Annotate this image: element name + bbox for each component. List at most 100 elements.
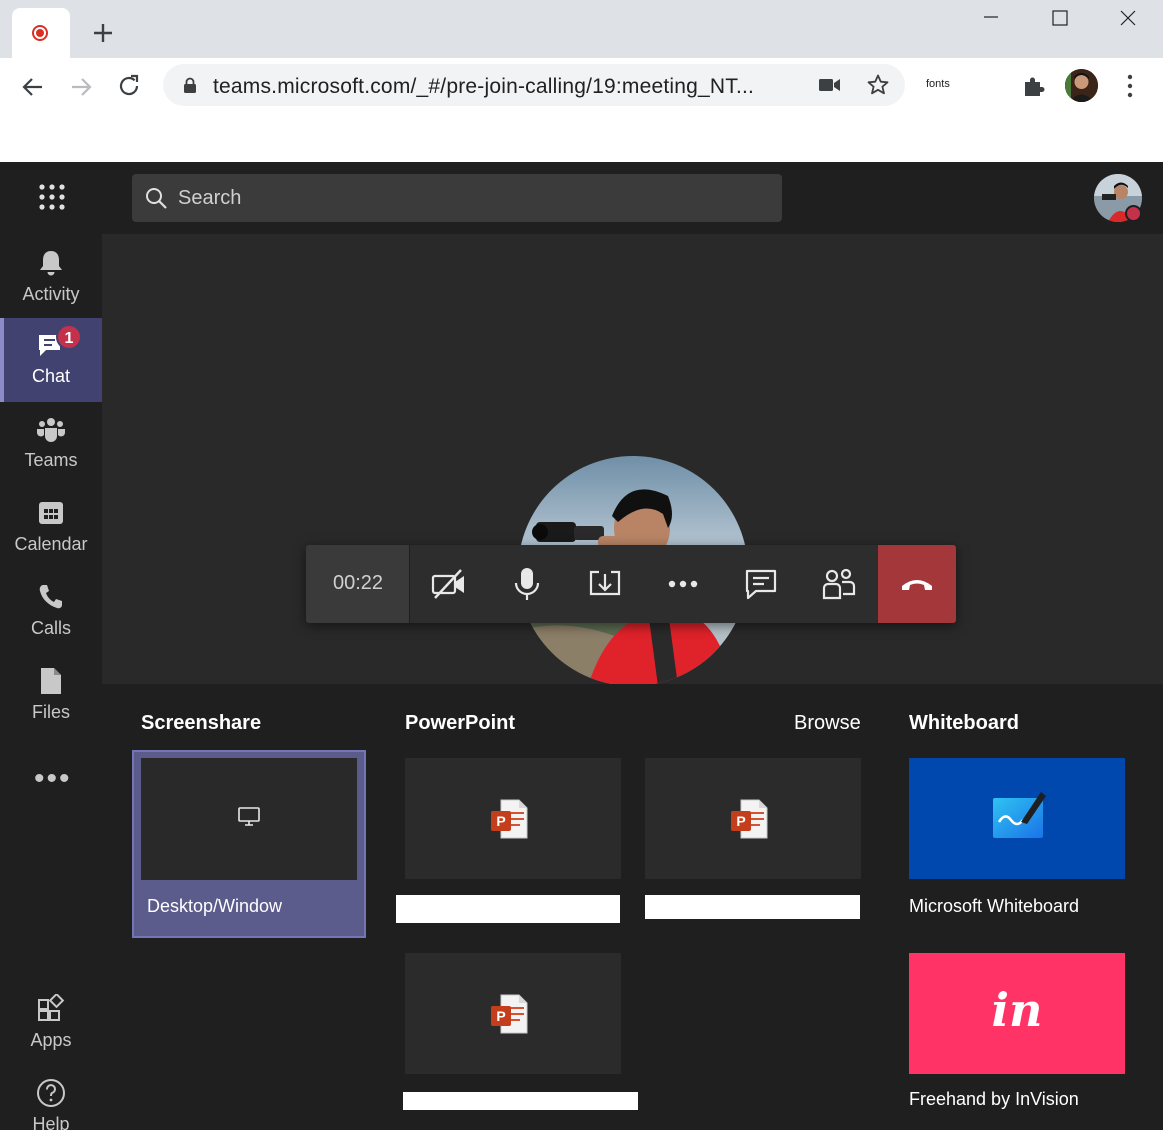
camera-in-use-icon[interactable] [819,77,841,93]
powerpoint-file-2[interactable]: P [645,758,861,879]
close-icon [1120,10,1136,26]
rail-item-calls[interactable]: Calls [0,570,102,654]
browser-tab-strip [0,0,1163,58]
rail-label-teams: Teams [24,450,78,470]
rail-label-files: Files [31,702,70,722]
rail-item-activity[interactable]: Activity [0,236,102,320]
powerpoint-heading: PowerPoint [405,712,516,734]
apps-icon [38,994,65,1021]
teams-app: Search Activity 1 Chat Teams Calendar Ca… [0,162,1163,1130]
desktop-window-label: Desktop/Window [147,896,283,916]
svg-text:P: P [496,1008,505,1024]
browse-button[interactable]: Browse [794,712,861,735]
share-tray-button[interactable] [566,545,644,623]
file-icon [41,668,61,694]
bookmark-star-icon[interactable] [866,73,890,97]
plus-icon [94,24,112,42]
app-rail: Activity 1 Chat Teams Calendar Calls Fil… [0,234,102,1130]
rail-item-files[interactable]: Files [0,654,102,738]
rail-item-help[interactable]: Help [0,1066,102,1130]
camera-toggle-button[interactable] [410,545,488,623]
powerpoint-file-3[interactable]: P [405,953,621,1074]
fonts-extension[interactable]: fonts [926,78,950,90]
browser-toolbar: teams.microsoft.com/_#/pre-join-calling/… [0,58,1163,116]
conversation-button[interactable] [722,545,800,623]
browser-profile-avatar[interactable] [1065,69,1098,102]
share-tray-icon [589,570,621,596]
rail-label-calendar: Calendar [14,534,88,554]
whiteboard-logo-icon [993,792,1046,838]
more-actions-button[interactable] [644,545,722,623]
maximize-icon [1052,10,1068,26]
teams-icon [37,418,65,442]
call-timer: 00:22 [306,545,410,623]
rail-item-calendar[interactable]: Calendar [0,486,102,570]
rail-label-calls: Calls [30,618,71,638]
call-duration: 00:22 [332,572,384,594]
address-bar[interactable]: teams.microsoft.com/_#/pre-join-calling/… [163,64,905,106]
page-gap [0,116,1163,162]
freehand-invision-tile[interactable]: in [909,953,1125,1074]
url-text: teams.microsoft.com/_#/pre-join-calling/… [213,75,755,98]
share-tray: Screenshare PowerPoint Browse Whiteboard… [102,684,1163,1130]
microphone-icon [514,568,540,600]
search-placeholder: Search [178,187,242,209]
browser-tab[interactable] [12,8,70,58]
calendar-icon [39,502,63,524]
more-apps-button[interactable]: ••• [34,762,72,796]
freehand-invision-label: Freehand by InVision [909,1089,1079,1109]
participants-button[interactable] [800,545,878,623]
lock-icon [184,77,196,93]
rail-item-apps[interactable]: Apps [0,982,102,1066]
powerpoint-file-icon: P [731,799,768,839]
microphone-toggle-button[interactable] [488,545,566,623]
redacted-filename-3 [403,1092,638,1110]
teams-header: Search [0,162,1163,234]
maximize-button[interactable] [1030,0,1090,36]
unread-count-badge: 1 [56,324,82,350]
search-icon [146,188,167,209]
microsoft-whiteboard-tile[interactable] [909,758,1125,879]
camera-off-icon [431,569,464,599]
browser-menu-icon[interactable] [1118,73,1142,99]
phone-icon [39,585,62,609]
hang-up-icon [902,580,932,590]
back-arrow-icon[interactable] [20,74,46,100]
search-input[interactable]: Search [132,174,782,222]
hang-up-button[interactable] [878,545,956,623]
reload-icon[interactable] [116,73,142,99]
rail-label-activity: Activity [22,284,80,304]
call-controls-bar: 00:22 [306,545,956,623]
invision-logo: in [991,983,1043,1037]
screen: teams.microsoft.com/_#/pre-join-calling/… [0,0,1163,1130]
bell-icon [40,251,62,276]
screenshare-heading: Screenshare [141,712,262,734]
profile-photo-icon [1065,69,1098,102]
chat-icon [745,569,777,600]
extensions-puzzle-icon[interactable] [1022,74,1046,98]
close-window-button[interactable] [1098,0,1158,36]
powerpoint-file-icon: P [491,799,528,839]
whiteboard-heading: Whiteboard [909,712,1019,734]
desktop-window-share-option[interactable]: Desktop/Window [132,750,366,938]
rail-label-chat: Chat [31,366,71,386]
rail-item-chat[interactable]: 1 Chat [0,318,102,402]
redacted-filename-2 [645,895,860,919]
participants-icon [822,568,856,600]
minimize-button[interactable] [961,0,1021,36]
rail-label-help: Help [32,1114,70,1130]
new-tab-button[interactable] [88,18,118,48]
rail-item-teams[interactable]: Teams [0,402,102,486]
powerpoint-file-icon: P [491,994,528,1034]
forward-arrow-icon[interactable] [68,74,94,100]
powerpoint-file-1[interactable]: P [405,758,621,879]
microsoft-whiteboard-label: Microsoft Whiteboard [909,896,1080,916]
presence-status-badge [1125,205,1142,222]
more-actions-icon [668,580,698,588]
minimize-icon [984,16,998,18]
help-icon [37,1079,65,1107]
recording-indicator-icon [32,25,48,41]
svg-text:P: P [736,813,745,829]
app-launcher-waffle-icon[interactable] [38,183,66,211]
redacted-filename-1 [396,895,620,923]
